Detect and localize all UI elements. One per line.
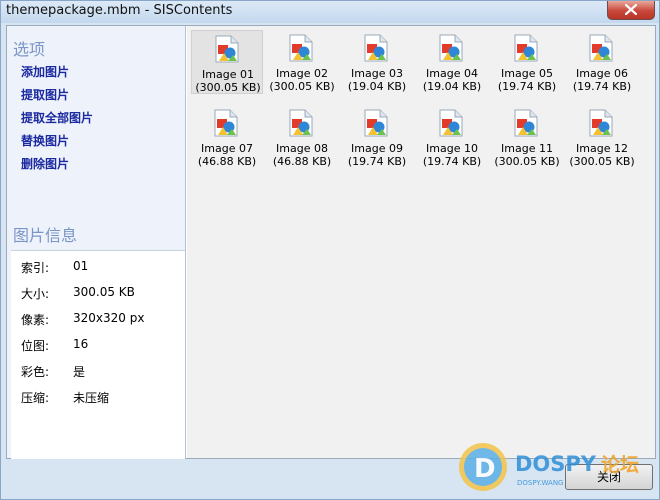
options-heading: 选项	[13, 40, 46, 59]
image-file-icon	[439, 34, 463, 62]
thumb-name: Image 08	[276, 142, 328, 155]
delete-image-link[interactable]: 删除图片	[21, 156, 93, 179]
watermark-suffix: 论坛	[601, 453, 639, 476]
info-key: 大小:	[21, 287, 50, 301]
thumb-size: (46.88 KB)	[272, 155, 332, 168]
info-key: 彩色:	[21, 365, 50, 379]
thumb-size: (300.05 KB)	[195, 81, 261, 94]
title-bar[interactable]: themepackage.mbm - SISContents	[1, 1, 659, 23]
image-thumb-01[interactable]: Image 01 (300.05 KB)	[191, 30, 263, 94]
image-file-icon	[289, 34, 313, 62]
image-file-icon	[215, 35, 239, 63]
svg-text:D: D	[474, 454, 496, 484]
thumb-size: (19.04 KB)	[422, 80, 482, 93]
extract-image-link[interactable]: 提取图片	[21, 87, 93, 110]
app-window: themepackage.mbm - SISContents 选项 添加图片 提…	[0, 0, 660, 500]
thumb-name: Image 02	[276, 67, 328, 80]
extract-all-images-link[interactable]: 提取全部图片	[21, 110, 93, 133]
info-value: 01	[73, 259, 89, 273]
image-thumb-11[interactable]: Image 11 (300.05 KB)	[491, 105, 563, 169]
image-thumb-12[interactable]: Image 12 (300.05 KB)	[566, 105, 638, 169]
image-thumb-02[interactable]: Image 02 (300.05 KB)	[266, 30, 338, 94]
thumb-name: Image 01	[202, 68, 254, 81]
thumb-name: Image 09	[351, 142, 403, 155]
image-file-icon	[514, 109, 538, 137]
window-title: themepackage.mbm - SISContents	[6, 3, 233, 18]
thumb-name: Image 07	[201, 142, 253, 155]
image-thumb-05[interactable]: Image 05 (19.74 KB)	[491, 30, 563, 94]
info-value: 是	[73, 365, 86, 379]
thumb-name: Image 05	[501, 67, 553, 80]
image-thumb-08[interactable]: Image 08 (46.88 KB)	[266, 105, 338, 169]
image-thumb-06[interactable]: Image 06 (19.74 KB)	[566, 30, 638, 94]
watermark-brand: DOSPY	[515, 452, 597, 476]
thumb-name: Image 12	[576, 142, 628, 155]
image-file-icon	[289, 109, 313, 137]
replace-image-link[interactable]: 替换图片	[21, 133, 93, 156]
image-info-heading: 图片信息	[13, 226, 78, 245]
image-file-icon	[214, 109, 238, 137]
info-value: 未压缩	[73, 391, 110, 405]
image-file-icon	[589, 34, 613, 62]
image-file-icon	[589, 109, 613, 137]
thumb-name: Image 11	[501, 142, 553, 155]
info-value: 16	[73, 337, 89, 351]
info-value: 320x320 px	[73, 311, 145, 325]
image-file-icon	[439, 109, 463, 137]
thumb-name: Image 04	[426, 67, 478, 80]
image-info-panel: 索引: 01 大小: 300.05 KB 像素: 320x320 px 位图: …	[11, 250, 185, 459]
thumb-size: (300.05 KB)	[569, 155, 635, 168]
thumb-name: Image 03	[351, 67, 403, 80]
thumb-name: Image 06	[576, 67, 628, 80]
image-thumb-03[interactable]: Image 03 (19.04 KB)	[341, 30, 413, 94]
sidebar: 选项 添加图片 提取图片 提取全部图片 替换图片 删除图片 图片信息 索引: 0…	[7, 26, 186, 459]
thumb-size: (19.74 KB)	[422, 155, 482, 168]
image-thumb-04[interactable]: Image 04 (19.04 KB)	[416, 30, 488, 94]
info-key: 压缩:	[21, 391, 50, 405]
thumb-size: (46.88 KB)	[197, 155, 257, 168]
info-key: 索引:	[21, 261, 50, 275]
thumb-name: Image 10	[426, 142, 478, 155]
image-file-icon	[514, 34, 538, 62]
thumb-size: (19.74 KB)	[572, 80, 632, 93]
image-file-icon	[364, 109, 388, 137]
client-area: 选项 添加图片 提取图片 提取全部图片 替换图片 删除图片 图片信息 索引: 0…	[6, 25, 656, 459]
thumb-size: (300.05 KB)	[494, 155, 560, 168]
image-thumb-09[interactable]: Image 09 (19.74 KB)	[341, 105, 413, 169]
image-grid: Image 01 (300.05 KB) Image 02 (300.05 KB…	[187, 26, 655, 458]
info-value: 300.05 KB	[73, 285, 135, 299]
image-file-icon	[364, 34, 388, 62]
thumb-size: (300.05 KB)	[269, 80, 335, 93]
thumb-size: (19.74 KB)	[347, 155, 407, 168]
close-icon	[625, 4, 637, 15]
thumb-size: (19.04 KB)	[347, 80, 407, 93]
window-close-button[interactable]	[607, 1, 655, 20]
watermark-sub: DOSPY.WANG	[517, 479, 563, 487]
info-key: 位图:	[21, 339, 50, 353]
image-thumb-10[interactable]: Image 10 (19.74 KB)	[416, 105, 488, 169]
add-image-link[interactable]: 添加图片	[21, 64, 93, 87]
image-thumb-07[interactable]: Image 07 (46.88 KB)	[191, 105, 263, 169]
dospy-logo: D DOSPY 论坛 DOSPY.WANG	[459, 443, 639, 491]
info-key: 像素:	[21, 313, 50, 327]
action-list: 添加图片 提取图片 提取全部图片 替换图片 删除图片	[21, 64, 93, 179]
thumb-size: (19.74 KB)	[497, 80, 557, 93]
